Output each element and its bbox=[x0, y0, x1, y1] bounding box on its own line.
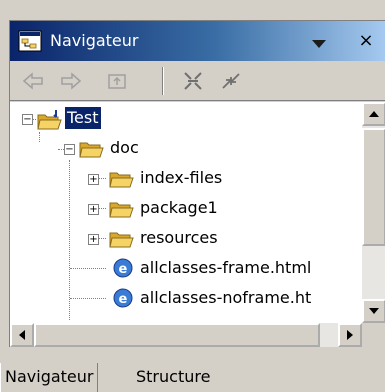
link-with-editor-icon[interactable] bbox=[218, 69, 244, 93]
chevron-down-icon[interactable] bbox=[310, 35, 328, 48]
folder-icon bbox=[108, 198, 134, 220]
navigator-tree[interactable]: − Test − doc + index-files + package1 + … bbox=[10, 102, 362, 323]
tree-item-label: index-files bbox=[140, 168, 223, 187]
tab-structure[interactable]: Structure bbox=[132, 363, 214, 392]
expand-toggle[interactable]: + bbox=[88, 204, 99, 215]
html-file-icon: e bbox=[110, 287, 136, 309]
tree-item-label: allclasses-frame.html bbox=[140, 258, 312, 277]
collapse-all-icon[interactable] bbox=[180, 69, 206, 93]
folder-icon bbox=[108, 168, 134, 190]
tab-navigateur[interactable]: Navigateur bbox=[0, 363, 99, 392]
scrollbar-corner bbox=[362, 323, 385, 347]
svg-text:e: e bbox=[119, 262, 128, 277]
vertical-scrollbar[interactable] bbox=[362, 102, 385, 323]
forward-icon[interactable] bbox=[58, 69, 84, 93]
collapse-toggle[interactable]: − bbox=[22, 114, 33, 125]
project-folder-icon bbox=[36, 109, 62, 131]
view-tabs: Navigateur Structure bbox=[0, 363, 385, 392]
back-icon[interactable] bbox=[20, 69, 46, 93]
up-icon[interactable] bbox=[104, 69, 130, 93]
tree-item-allclasses-noframe[interactable]: e allclasses-noframe.ht bbox=[10, 284, 362, 314]
scroll-left-button[interactable] bbox=[10, 323, 34, 347]
horizontal-scroll-thumb[interactable] bbox=[34, 323, 320, 347]
expand-toggle[interactable]: + bbox=[88, 174, 99, 185]
tree-item-label: allclasses-noframe.ht bbox=[140, 288, 312, 307]
view-toolbar bbox=[10, 61, 385, 101]
tree-item-index-files[interactable]: + index-files bbox=[10, 164, 362, 194]
view-title-bar[interactable]: Navigateur × bbox=[10, 21, 385, 61]
vertical-scroll-thumb[interactable] bbox=[362, 128, 385, 246]
expand-toggle[interactable]: + bbox=[88, 234, 99, 245]
scroll-up-button[interactable] bbox=[362, 102, 385, 126]
tree-item-allclasses-frame[interactable]: e allclasses-frame.html bbox=[10, 254, 362, 284]
tree-item-label: package1 bbox=[140, 198, 218, 217]
view-title: Navigateur bbox=[50, 31, 139, 50]
folder-open-icon bbox=[78, 138, 104, 160]
folder-icon bbox=[108, 228, 134, 250]
tree-item-resources[interactable]: + resources bbox=[10, 224, 362, 254]
collapse-toggle[interactable]: − bbox=[64, 144, 75, 155]
tree-item-package1[interactable]: + package1 bbox=[10, 194, 362, 224]
tree-item-label: Test bbox=[65, 107, 101, 129]
tree-item-label: resources bbox=[140, 228, 218, 247]
scroll-down-button[interactable] bbox=[362, 299, 385, 323]
close-icon[interactable]: × bbox=[354, 29, 378, 53]
scroll-right-button[interactable] bbox=[338, 323, 362, 347]
horizontal-scrollbar[interactable] bbox=[10, 323, 362, 347]
html-file-icon: e bbox=[110, 257, 136, 279]
svg-text:e: e bbox=[119, 292, 128, 307]
tree-item-test[interactable]: − Test bbox=[10, 104, 362, 134]
tree-item-doc[interactable]: − doc bbox=[10, 134, 362, 164]
tree-item-label: doc bbox=[110, 138, 139, 157]
navigator-icon bbox=[18, 30, 42, 52]
toolbar-separator bbox=[162, 67, 164, 95]
navigator-view: Navigateur × − Test − doc + index-files … bbox=[9, 20, 385, 347]
